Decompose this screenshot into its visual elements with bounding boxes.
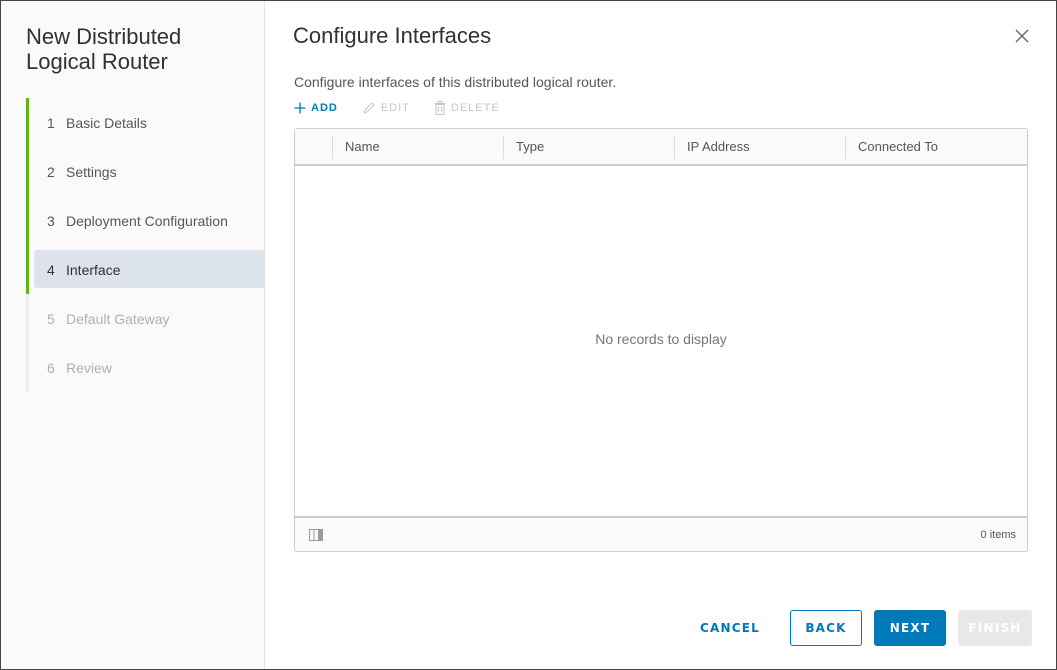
step-label: Basic Details (66, 114, 147, 131)
column-label: Connected To (858, 139, 938, 154)
grid-header: Name Type IP Address Connected To (295, 129, 1027, 166)
column-label: Name (345, 139, 380, 154)
step-deployment-configuration[interactable]: 3 Deployment Configuration (26, 196, 265, 245)
pencil-icon (363, 102, 375, 114)
column-header-type[interactable]: Type (503, 129, 674, 164)
step-interface[interactable]: 4 Interface (26, 245, 265, 294)
edit-button[interactable]: EDIT (362, 101, 410, 115)
step-label: Default Gateway (66, 310, 170, 327)
columns-icon (309, 528, 323, 541)
page-title: Configure Interfaces (293, 23, 492, 48)
column-label: Type (516, 139, 545, 154)
wizard-dialog: New Distributed Logical Router 1 Basic D… (0, 0, 1057, 670)
column-toggle-button[interactable] (309, 528, 323, 541)
step-label: Interface (66, 261, 121, 278)
wizard-title: New Distributed Logical Router (26, 24, 182, 74)
wizard-content: Configure Interfaces Configure interface… (266, 1, 1056, 669)
step-label: Deployment Configuration (66, 212, 228, 229)
grid-toolbar: ADD EDIT DELETE (294, 101, 524, 115)
wizard-actions: CANCEL BACK NEXT FINISH (670, 610, 1032, 646)
wizard-steps: 1 Basic Details 2 Settings 3 Deployment … (26, 98, 265, 392)
step-number: 2 (47, 163, 55, 180)
delete-button[interactable]: DELETE (434, 101, 500, 115)
step-label: Review (66, 359, 112, 376)
trash-icon (434, 101, 445, 115)
column-separator[interactable] (503, 136, 504, 159)
step-default-gateway: 5 Default Gateway (26, 294, 265, 343)
column-separator[interactable] (845, 136, 846, 159)
cancel-button[interactable]: CANCEL (682, 610, 778, 646)
step-settings[interactable]: 2 Settings (26, 147, 265, 196)
back-button[interactable]: BACK (790, 610, 862, 646)
wizard-sidebar: New Distributed Logical Router 1 Basic D… (1, 1, 265, 669)
step-number: 4 (47, 261, 55, 278)
step-label: Settings (66, 163, 117, 180)
next-button[interactable]: NEXT (874, 610, 946, 646)
step-number: 1 (47, 114, 55, 131)
column-separator[interactable] (332, 136, 333, 159)
step-review: 6 Review (26, 343, 265, 392)
finish-button[interactable]: FINISH (958, 610, 1032, 646)
item-count: 0 items (980, 528, 1016, 541)
delete-label: DELETE (450, 102, 500, 114)
step-number: 6 (47, 359, 55, 376)
column-separator[interactable] (674, 136, 675, 159)
add-label: ADD (311, 102, 338, 114)
interfaces-grid: Name Type IP Address Connected To No rec… (294, 128, 1028, 552)
column-select (295, 129, 332, 164)
close-button[interactable] (1012, 26, 1032, 46)
column-label: IP Address (687, 139, 750, 154)
grid-footer: 0 items (295, 516, 1027, 551)
empty-placeholder: No records to display (595, 331, 727, 347)
plus-icon (294, 102, 306, 114)
add-button[interactable]: ADD (294, 102, 338, 114)
close-icon (1015, 29, 1029, 43)
step-number: 3 (47, 212, 55, 229)
step-basic-details[interactable]: 1 Basic Details (26, 98, 265, 147)
column-header-name[interactable]: Name (332, 129, 503, 164)
edit-label: EDIT (380, 102, 410, 114)
column-header-connected-to[interactable]: Connected To (845, 129, 1027, 164)
column-header-ip-address[interactable]: IP Address (674, 129, 845, 164)
page-description: Configure interfaces of this distributed… (294, 74, 617, 90)
step-number: 5 (47, 310, 55, 327)
